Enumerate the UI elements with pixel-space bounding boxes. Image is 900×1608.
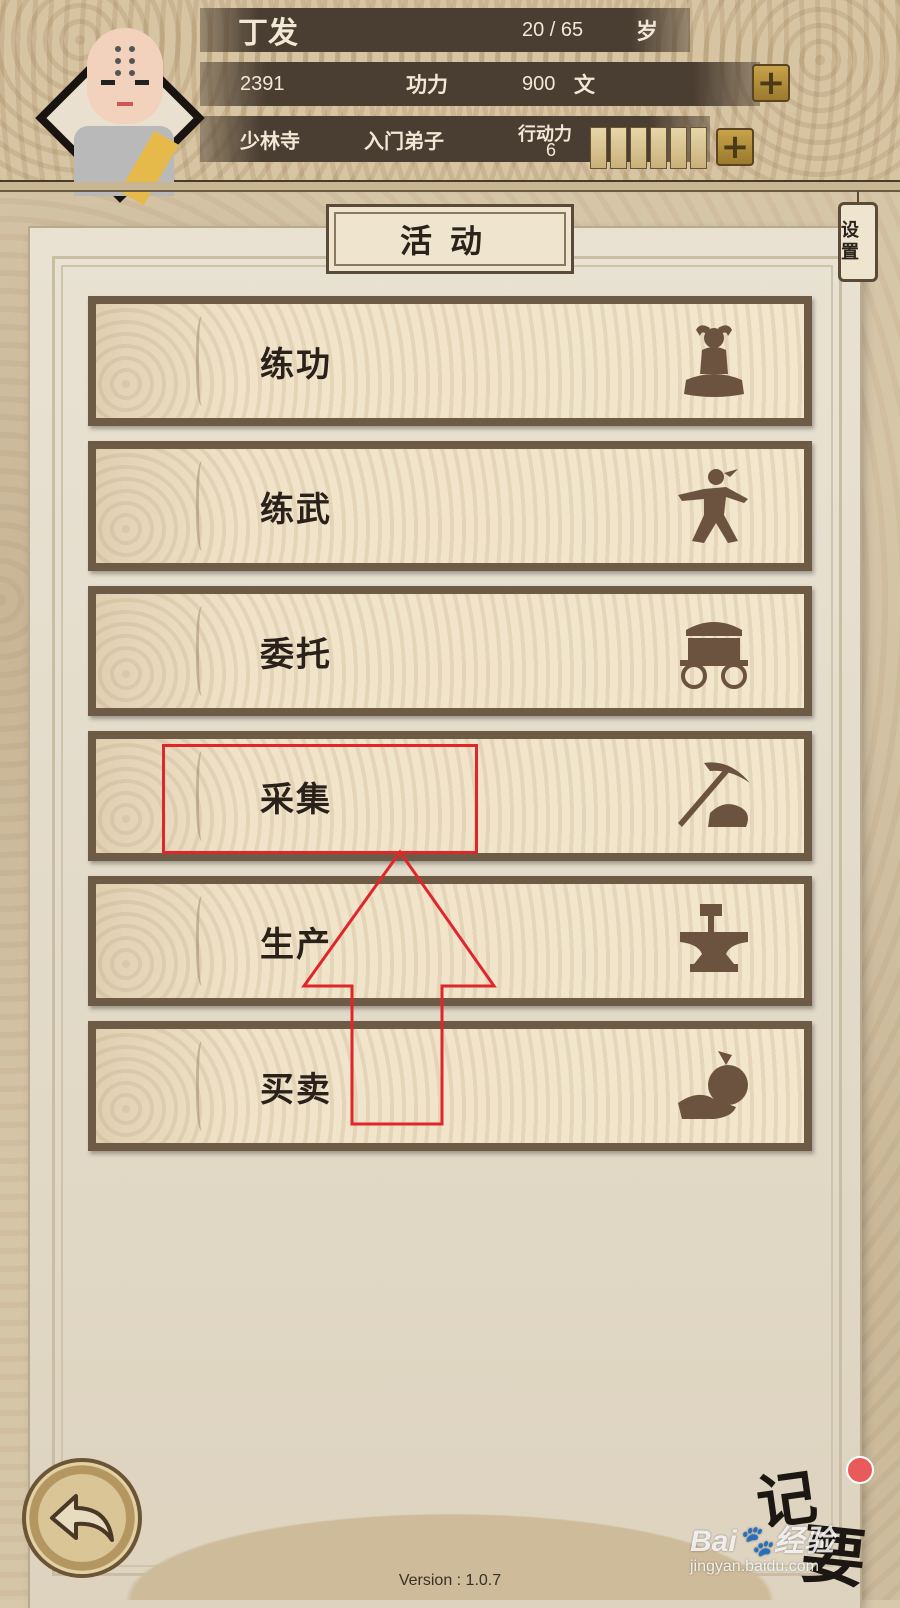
settings-label: 设置: [841, 220, 859, 263]
watermark: Bai🐾经验 jingyan.baidu.com: [690, 1525, 835, 1575]
status-header: 丁发 20 / 65 岁 2391 功力 900 文 + 少林寺 入门弟子 行动…: [0, 0, 900, 206]
watermark-brand: Bai: [690, 1525, 737, 1558]
gongli-label: 功力: [406, 72, 448, 97]
money-unit: 文: [574, 72, 595, 97]
anvil-icon: [680, 904, 748, 972]
menu-item-commission[interactable]: 委托: [88, 586, 812, 716]
highlight-box: [162, 744, 478, 854]
version-label: Version : 1.0.7: [398, 1572, 502, 1589]
back-button[interactable]: [22, 1458, 142, 1578]
age-unit: 岁: [636, 19, 659, 45]
settings-button[interactable]: 设置: [838, 191, 878, 282]
action-points-bar: [590, 127, 707, 169]
name-age-strip: 丁发 20 / 65 岁: [200, 8, 690, 52]
arrow-up-icon: [301, 849, 497, 1126]
gongli-value: 2391: [240, 72, 285, 95]
meditation-icon: [684, 325, 744, 397]
action-label: 行动力: [518, 124, 572, 145]
add-action-button[interactable]: +: [716, 128, 754, 166]
back-arrow-icon: [50, 1494, 114, 1542]
menu-item-label: 练武: [260, 489, 332, 530]
notification-dot: [846, 1456, 874, 1484]
action-value: 6: [546, 140, 557, 160]
age-value: 20 / 65: [522, 18, 584, 41]
menu-item-practice-gong[interactable]: 练功: [88, 296, 812, 426]
pickaxe-icon: [678, 762, 750, 827]
character-name: 丁发: [238, 16, 298, 51]
add-money-button[interactable]: +: [752, 64, 790, 102]
cart-icon: [680, 622, 748, 689]
menu-item-label: 委托: [260, 634, 332, 675]
sect-rank: 入门弟子: [364, 128, 444, 153]
avatar[interactable]: [35, 28, 210, 208]
panel-title: 活动: [326, 204, 574, 274]
menu-item-label: 练功: [260, 344, 332, 385]
watermark-brand-cn: 经验: [774, 1525, 835, 1558]
menu-item-practice-martial[interactable]: 练武: [88, 441, 812, 571]
sect-name: 少林寺: [240, 128, 300, 153]
martial-stance-icon: [678, 469, 748, 543]
money-bag-icon: [678, 1051, 748, 1119]
money-value: 900: [522, 72, 556, 95]
stats-strip: 2391 功力 900 文: [200, 62, 760, 106]
